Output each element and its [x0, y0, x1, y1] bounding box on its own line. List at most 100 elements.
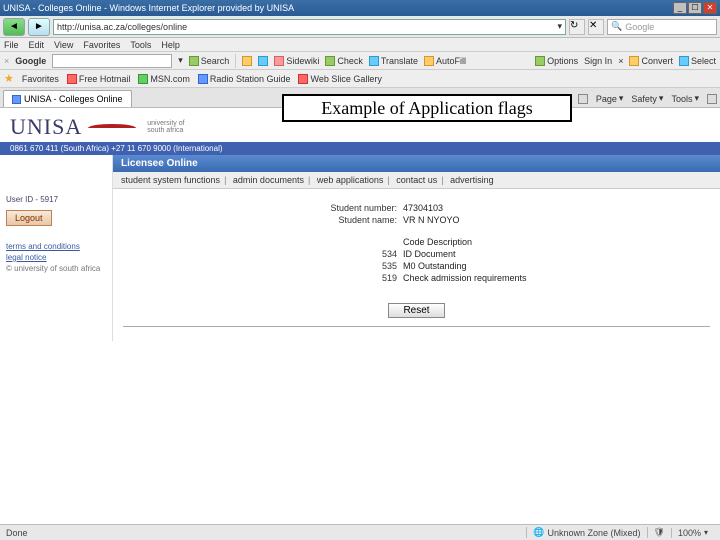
signin-button[interactable]: Sign In — [584, 56, 612, 66]
subnav-advertising[interactable]: advertising — [450, 175, 494, 185]
content-subnav: student system functions| admin document… — [113, 172, 720, 189]
student-number-value: 47304103 — [403, 203, 443, 213]
tab-favicon — [12, 95, 21, 104]
chevron-down-icon: ▾ — [659, 93, 664, 104]
google-brand: Google — [15, 56, 46, 66]
toolbar-icon-2[interactable] — [258, 56, 268, 66]
stop-icon: ✕ — [589, 20, 597, 31]
select-button[interactable]: Select — [679, 56, 716, 66]
address-dropdown-icon[interactable]: ▾ — [557, 21, 562, 32]
tools-menu[interactable]: Tools▾ — [671, 93, 699, 104]
forward-button[interactable]: ► — [28, 18, 50, 36]
toolbar-icon-1[interactable] — [242, 56, 252, 66]
menu-favorites[interactable]: Favorites — [83, 40, 120, 50]
menu-edit[interactable]: Edit — [29, 40, 45, 50]
logout-button[interactable]: Logout — [6, 210, 52, 226]
fav-item-radio[interactable]: Radio Station Guide — [198, 74, 291, 84]
print-button[interactable] — [578, 93, 588, 104]
convert-icon — [629, 56, 639, 66]
google-search-button[interactable]: Search — [189, 56, 230, 66]
menu-tools[interactable]: Tools — [130, 40, 151, 50]
translate-button[interactable]: Translate — [369, 56, 418, 66]
options-button[interactable]: Options — [535, 56, 578, 66]
reset-row: Reset — [123, 299, 710, 327]
help-button[interactable] — [707, 93, 717, 104]
check-button[interactable]: Check — [325, 56, 363, 66]
address-bar[interactable]: http://unisa.ac.za/colleges/online ▾ — [53, 19, 566, 35]
terms-link[interactable]: terms and conditions — [6, 242, 106, 251]
safety-menu[interactable]: Safety▾ — [631, 93, 663, 104]
student-name-value: VR N NYOYO — [403, 215, 460, 225]
student-name-label: Student name: — [123, 215, 403, 225]
google-toolbar: × Google ▾ Search Sidewiki Check Transla… — [0, 52, 720, 70]
help-icon — [707, 94, 717, 104]
back-icon: ◄ — [9, 21, 19, 32]
refresh-icon: ↻ — [570, 20, 578, 31]
menu-help[interactable]: Help — [161, 40, 180, 50]
sidewiki-button[interactable]: Sidewiki — [274, 56, 319, 66]
favorites-label[interactable]: Favorites — [22, 74, 59, 84]
fav-item-hotmail[interactable]: Free Hotmail — [67, 74, 131, 84]
subnav-contact-us[interactable]: contact us — [396, 175, 437, 185]
favorites-star-icon[interactable]: ★ — [4, 72, 14, 85]
subnav-student-functions[interactable]: student system functions — [121, 175, 220, 185]
translate-icon — [369, 56, 379, 66]
window-buttons: _ ☐ ✕ — [673, 2, 717, 14]
desc-2: Check admission requirements — [403, 273, 527, 283]
favorites-bar: ★ Favorites Free Hotmail MSN.com Radio S… — [0, 70, 720, 88]
refresh-button[interactable]: ↻ — [569, 19, 585, 35]
desc-1: M0 Outstanding — [403, 261, 467, 271]
chevron-down-icon: ▾ — [619, 93, 624, 104]
subnav-web-applications[interactable]: web applications — [317, 175, 384, 185]
autofill-button[interactable]: AutoFill — [424, 56, 466, 66]
forward-icon: ► — [34, 21, 44, 32]
toolbar-close-icon[interactable]: × — [4, 56, 9, 66]
browser-search-input[interactable]: 🔍 Google — [607, 19, 717, 35]
code-0: 534 — [123, 249, 403, 259]
search-placeholder: Google — [625, 22, 654, 32]
menu-view[interactable]: View — [54, 40, 73, 50]
legal-link[interactable]: legal notice — [6, 253, 106, 262]
convert-button[interactable]: Convert — [629, 56, 673, 66]
zoom-value: 100% — [678, 528, 701, 538]
toolbar-close2-icon[interactable]: × — [618, 56, 623, 66]
globe-icon: 🌐 — [533, 527, 544, 538]
tab-active[interactable]: UNISA - Colleges Online — [3, 90, 132, 107]
close-button[interactable]: ✕ — [703, 2, 717, 14]
autofill-icon — [424, 56, 434, 66]
details-panel: Student number:47304103 Student name:VR … — [113, 189, 720, 341]
zoom-control[interactable]: 100% ▾ — [671, 528, 714, 538]
radio-icon — [198, 74, 208, 84]
content-panel: Licensee Online student system functions… — [112, 155, 720, 341]
reset-button[interactable]: Reset — [388, 303, 444, 318]
code-desc-header: Code Description — [403, 237, 472, 247]
menu-file[interactable]: File — [4, 40, 19, 50]
unisa-strapline: university of south africa — [147, 120, 189, 134]
unisa-flame-icon — [88, 120, 143, 134]
maximize-button[interactable]: ☐ — [688, 2, 702, 14]
toolbar-separator — [235, 54, 236, 68]
code-2: 519 — [123, 273, 403, 283]
chevron-down-icon: ▾ — [694, 93, 699, 104]
minimize-button[interactable]: _ — [673, 2, 687, 14]
user-id-label: User ID - 5917 — [6, 195, 106, 204]
page-menu[interactable]: Page▾ — [596, 93, 624, 104]
stop-button[interactable]: ✕ — [588, 19, 604, 35]
subnav-admin-documents[interactable]: admin documents — [233, 175, 304, 185]
protected-mode: 🛡 — [647, 527, 671, 538]
fav-item-msn[interactable]: MSN.com — [138, 74, 190, 84]
content-banner: Licensee Online — [113, 155, 720, 172]
msn-icon — [138, 74, 148, 84]
unisa-contact-bar: 0861 670 411 (South Africa) +27 11 670 9… — [0, 142, 720, 155]
fav-item-webslice[interactable]: Web Slice Gallery — [298, 74, 381, 84]
google-search-input[interactable] — [52, 54, 172, 68]
google-search-dropdown-icon[interactable]: ▾ — [178, 55, 183, 66]
back-button[interactable]: ◄ — [3, 18, 25, 36]
code-1: 535 — [123, 261, 403, 271]
tab-title: UNISA - Colleges Online — [24, 94, 123, 104]
slide-annotation: Example of Application flags — [282, 94, 572, 122]
shield-icon: 🛡 — [654, 527, 665, 538]
browser-navbar: ◄ ► http://unisa.ac.za/colleges/online ▾… — [0, 16, 720, 38]
status-done: Done — [6, 528, 28, 538]
unisa-logo: UNISA — [10, 114, 82, 140]
